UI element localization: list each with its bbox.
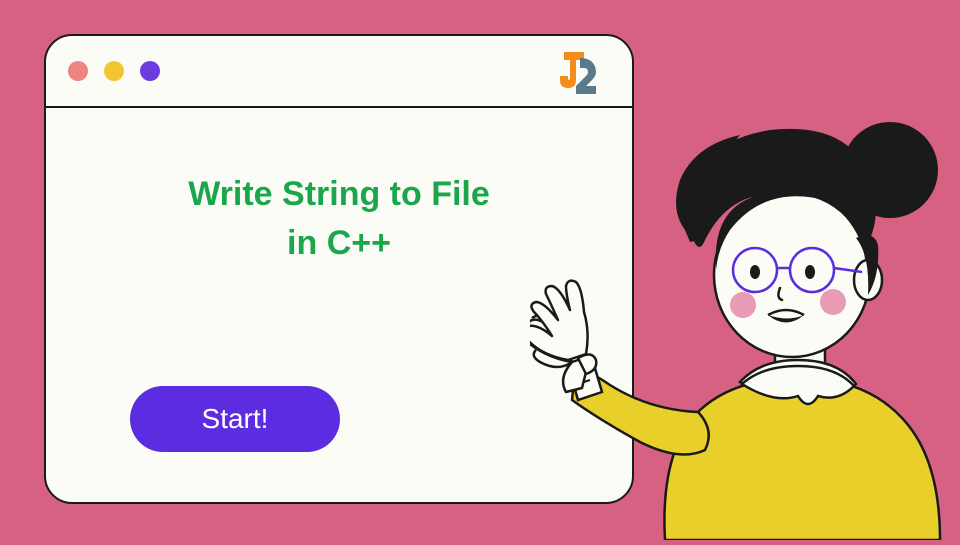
minimize-dot-icon: [104, 61, 124, 81]
maximize-dot-icon: [140, 61, 160, 81]
start-button-label: Start!: [202, 403, 269, 435]
title-line-2: in C++: [287, 224, 391, 262]
close-dot-icon: [68, 61, 88, 81]
character-illustration: [530, 100, 960, 540]
traffic-lights: [68, 61, 160, 81]
start-button[interactable]: Start!: [130, 386, 340, 452]
titlebar: [46, 36, 632, 108]
logo-icon: [554, 50, 602, 101]
title-line-1: Write String to File: [188, 175, 490, 213]
